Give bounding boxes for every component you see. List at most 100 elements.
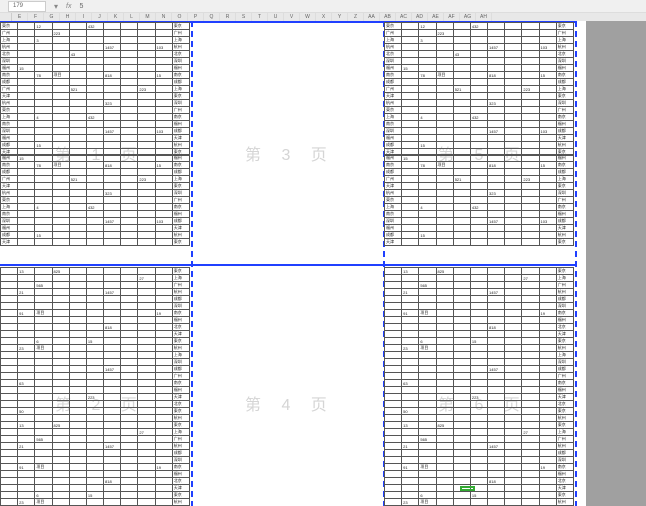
cell[interactable] [138,457,155,464]
cell[interactable] [155,232,172,239]
cell[interactable] [470,30,487,37]
cell[interactable]: 東京 [1,107,18,114]
cell[interactable] [1,338,18,345]
cell[interactable]: 杭州 [556,345,573,352]
cell[interactable] [436,310,453,317]
cell[interactable] [35,183,52,190]
cell[interactable] [505,317,522,324]
cell[interactable] [138,422,155,429]
cell[interactable] [69,211,86,218]
cell[interactable] [138,51,155,58]
cell[interactable] [35,429,52,436]
cell[interactable]: 杭州 [1,44,18,51]
cell[interactable]: 東京 [556,268,573,275]
cell[interactable] [505,58,522,65]
cell[interactable] [470,135,487,142]
cell[interactable]: 广州 [172,436,189,443]
cell[interactable]: 南京 [1,72,18,79]
cell[interactable] [539,443,556,450]
cell[interactable] [52,142,69,149]
col-header-P[interactable]: P [188,13,204,21]
cell[interactable] [35,415,52,422]
cell[interactable]: 杭州 [172,142,189,149]
cell[interactable]: 23 [18,499,35,506]
cell[interactable] [436,464,453,471]
cell[interactable] [522,268,539,275]
cell[interactable] [436,338,453,345]
cell[interactable] [505,310,522,317]
cell[interactable]: 521 [69,86,86,93]
cell[interactable]: 19 [539,310,556,317]
cell[interactable] [52,23,69,30]
cell[interactable] [52,190,69,197]
cell[interactable]: 上海 [172,86,189,93]
cell[interactable] [138,135,155,142]
cell[interactable] [539,401,556,408]
cell[interactable] [121,408,138,415]
cell[interactable] [505,218,522,225]
cell[interactable]: 東京 [172,239,189,246]
cell[interactable]: 南京 [172,162,189,169]
cell[interactable] [1,282,18,289]
cell[interactable] [470,464,487,471]
cell[interactable] [121,107,138,114]
cell[interactable] [86,197,103,204]
cell[interactable] [505,268,522,275]
cell[interactable] [522,303,539,310]
cell[interactable] [505,100,522,107]
cell[interactable] [35,268,52,275]
cell[interactable] [436,176,453,183]
cell[interactable]: 深圳 [172,100,189,107]
cell[interactable] [539,303,556,310]
cell[interactable]: 杭州 [385,44,402,51]
cell[interactable] [52,225,69,232]
cell[interactable] [155,499,172,506]
cell[interactable] [138,155,155,162]
cell[interactable]: 成都 [1,79,18,86]
cell[interactable] [385,303,402,310]
cell[interactable] [121,169,138,176]
cell[interactable]: 福州 [172,155,189,162]
col-header-F[interactable]: F [28,13,44,21]
cell[interactable]: 223 [436,30,453,37]
cell[interactable] [69,93,86,100]
cell[interactable] [488,225,505,232]
cell[interactable] [488,492,505,499]
cell[interactable] [505,183,522,190]
cell[interactable] [52,352,69,359]
cell[interactable] [155,317,172,324]
cell[interactable] [69,464,86,471]
cell[interactable] [35,225,52,232]
cell[interactable] [138,324,155,331]
cell[interactable]: 深圳 [385,218,402,225]
cell[interactable] [402,100,419,107]
cell[interactable] [121,51,138,58]
cell[interactable] [453,37,470,44]
cell[interactable] [52,86,69,93]
cell[interactable] [419,135,436,142]
cell[interactable] [470,100,487,107]
cell[interactable] [155,457,172,464]
cell[interactable] [522,93,539,100]
cell[interactable] [86,100,103,107]
cell[interactable] [419,366,436,373]
cell[interactable]: 北京 [172,324,189,331]
cell[interactable] [155,65,172,72]
cell[interactable]: 103 [539,128,556,135]
cell[interactable] [436,51,453,58]
cell[interactable] [522,169,539,176]
cell[interactable] [539,239,556,246]
cell[interactable]: 广州 [556,107,573,114]
cell[interactable]: 103 [155,218,172,225]
cell[interactable] [470,422,487,429]
cell[interactable] [35,128,52,135]
cell[interactable] [488,373,505,380]
col-header-N[interactable]: N [156,13,172,21]
col-header-J[interactable]: J [92,13,108,21]
cell[interactable]: 广州 [172,373,189,380]
cell[interactable]: 广州 [556,30,573,37]
cell[interactable] [18,303,35,310]
cell[interactable] [402,183,419,190]
cell[interactable] [470,499,487,506]
cell[interactable] [402,211,419,218]
